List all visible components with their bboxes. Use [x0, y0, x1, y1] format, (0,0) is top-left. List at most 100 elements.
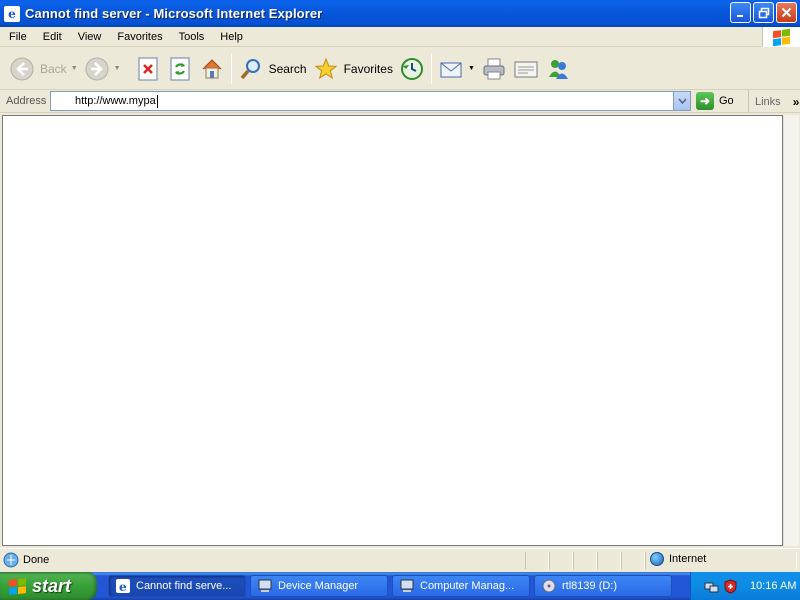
favorites-label: Favorites [343, 61, 393, 76]
status-panel [549, 552, 573, 569]
back-arrow-icon [9, 56, 35, 82]
taskbar: start e Cannot find serve... Device Mana… [0, 572, 800, 600]
taskbar-item-label: Cannot find serve... [136, 580, 232, 592]
taskbar-item-ie[interactable]: e Cannot find serve... [108, 575, 246, 597]
status-panel [597, 552, 621, 569]
back-button[interactable]: Back ▼ [6, 51, 81, 87]
text-caret [156, 94, 158, 108]
security-shield-icon[interactable] [723, 578, 738, 594]
page-content-area[interactable] [2, 115, 783, 546]
refresh-button[interactable] [164, 51, 196, 87]
page-icon [55, 93, 71, 109]
print-button[interactable] [478, 51, 510, 87]
links-label: Links [755, 95, 781, 108]
search-icon [238, 56, 264, 82]
mail-envelope-icon [438, 56, 464, 82]
system-tray: 10:16 AM [690, 572, 800, 600]
security-zone[interactable]: Internet [650, 552, 706, 566]
restore-button[interactable] [753, 2, 774, 23]
address-value: http://www.mypa [75, 95, 156, 107]
forward-dropdown-icon[interactable]: ▼ [114, 65, 121, 72]
ie-icon: e [4, 5, 20, 22]
menu-edit[interactable]: Edit [35, 27, 70, 47]
go-arrow-icon: ➜ [696, 92, 714, 110]
clock[interactable]: 10:16 AM [750, 580, 796, 592]
restore-icon [758, 7, 769, 18]
links-chevron-icon[interactable]: » [793, 95, 800, 109]
address-input[interactable]: http://www.mypa [50, 91, 691, 111]
windows-flag-icon [9, 577, 26, 595]
computer-icon [400, 579, 414, 593]
favorites-star-icon [313, 56, 339, 82]
edit-page-icon [513, 56, 539, 82]
forward-button[interactable]: ▼ [81, 51, 124, 87]
zone-text: Internet [669, 553, 707, 565]
mail-dropdown-icon[interactable]: ▼ [468, 65, 475, 72]
status-panel [621, 552, 645, 569]
internet-globe-icon [650, 552, 664, 566]
go-label: Go [719, 95, 734, 107]
home-icon [199, 56, 225, 82]
toolbar-separator [230, 53, 232, 84]
stop-icon [135, 56, 161, 82]
mail-button[interactable]: ▼ [435, 51, 478, 87]
forward-arrow-icon [84, 56, 110, 82]
minimize-button[interactable] [730, 2, 751, 23]
status-done: Done [3, 552, 49, 568]
messenger-button[interactable] [542, 51, 574, 87]
chevron-down-icon [677, 98, 687, 104]
history-button[interactable] [396, 51, 428, 87]
taskbar-item-rtl8139[interactable]: rtl8139 (D:) [534, 575, 672, 597]
ie-window: e Cannot find server - Microsoft Interne… [0, 0, 800, 572]
svg-text:e: e [119, 580, 127, 593]
status-panel [573, 552, 597, 569]
printer-icon [481, 56, 507, 82]
minimize-icon [736, 14, 743, 17]
history-clock-icon [399, 56, 425, 82]
status-bar: Done Internet [0, 548, 800, 570]
address-toolbar: Address http://www.mypa ➜ Go Links » [0, 90, 800, 113]
ie-icon: e [116, 579, 130, 593]
taskbar-item-device-manager[interactable]: Device Manager [250, 575, 388, 597]
messenger-buddies-icon [545, 56, 571, 82]
menu-bar: File Edit View Favorites Tools Help [0, 27, 800, 47]
go-button[interactable]: ➜ Go [696, 92, 734, 110]
taskbar-item-label: Computer Manag... [420, 580, 515, 592]
menu-file[interactable]: File [0, 27, 35, 47]
links-toolbar[interactable]: Links » [748, 90, 799, 113]
start-label: start [32, 575, 72, 596]
standard-toolbar: Back ▼ ▼ Search Favorites ▼ [0, 48, 800, 90]
toolbar-separator [430, 53, 432, 84]
taskbar-item-label: Device Manager [278, 580, 359, 592]
home-button[interactable] [196, 51, 228, 87]
computer-icon [258, 579, 272, 593]
windows-logo [762, 27, 800, 47]
search-button[interactable]: Search [235, 51, 310, 87]
menu-view[interactable]: View [70, 27, 110, 47]
search-label: Search [268, 61, 307, 76]
edit-button[interactable] [510, 51, 542, 87]
ie-page-done-icon [3, 552, 19, 568]
stop-button[interactable] [132, 51, 164, 87]
cd-drive-icon [542, 579, 556, 593]
network-icon[interactable] [704, 579, 719, 594]
window-title: Cannot find server - Microsoft Internet … [25, 6, 323, 21]
menu-favorites[interactable]: Favorites [109, 27, 170, 47]
address-label: Address [6, 95, 47, 107]
taskbar-item-label: rtl8139 (D:) [562, 580, 618, 592]
taskbar-item-computer-management[interactable]: Computer Manag... [392, 575, 530, 597]
back-label: Back [40, 61, 67, 76]
refresh-icon [167, 56, 193, 82]
address-dropdown-button[interactable] [673, 92, 690, 110]
menu-tools[interactable]: Tools [171, 27, 213, 47]
title-bar[interactable]: e Cannot find server - Microsoft Interne… [0, 0, 800, 27]
favorites-button[interactable]: Favorites [310, 51, 396, 87]
vertical-scrollbar[interactable] [783, 115, 799, 546]
caption-buttons [730, 2, 797, 23]
back-dropdown-icon[interactable]: ▼ [71, 65, 78, 72]
windows-flag-icon [773, 28, 790, 46]
close-icon [781, 7, 792, 18]
close-button[interactable] [776, 2, 797, 23]
menu-help[interactable]: Help [212, 27, 251, 47]
start-button[interactable]: start [0, 572, 97, 600]
